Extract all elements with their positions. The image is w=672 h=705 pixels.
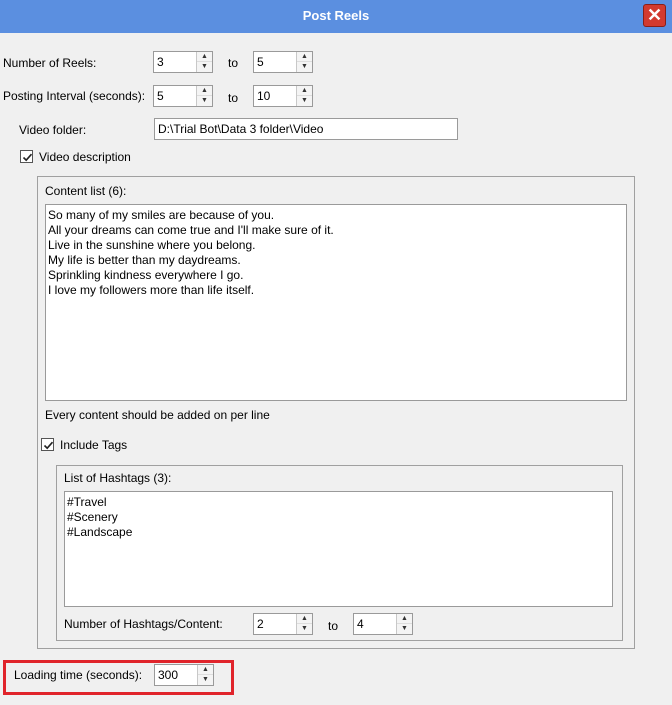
number-of-reels-label: Number of Reels: (3, 56, 97, 70)
content-line: I love my followers more than life itsel… (48, 283, 255, 297)
interval-to-label: to (228, 91, 239, 105)
interval-to-value[interactable]: 10 (257, 89, 270, 103)
reels-from-value[interactable]: 3 (157, 55, 164, 69)
hashtags-textarea[interactable]: #Travel #Scenery #Landscape (64, 491, 613, 607)
posting-interval-label: Posting Interval (seconds): (3, 89, 146, 103)
reels-from-up-icon[interactable]: ▲ (197, 52, 212, 62)
interval-to-stepper[interactable]: 10 ▲ ▼ (253, 85, 313, 107)
window-title: Post Reels (302, 8, 370, 23)
content-line: Sprinkling kindness everywhere I go. (48, 268, 244, 282)
reels-to-value[interactable]: 5 (257, 55, 264, 69)
hashtags-from-down-icon[interactable]: ▼ (297, 624, 312, 634)
hashtags-per-content-label: Number of Hashtags/Content: (64, 617, 223, 631)
interval-from-up-icon[interactable]: ▲ (197, 86, 212, 96)
video-description-label: Video description (39, 150, 131, 164)
hashtags-to-label: to (328, 619, 339, 633)
content-line: My life is better than my daydreams. (48, 253, 241, 267)
close-button[interactable]: ✕ (643, 4, 666, 27)
reels-to-up-icon[interactable]: ▲ (297, 52, 312, 62)
reels-to-down-icon[interactable]: ▼ (297, 62, 312, 72)
content-line: All your dreams can come true and I'll m… (48, 223, 334, 237)
checkmark-icon (43, 441, 54, 450)
video-folder-value[interactable]: D:\Trial Bot\Data 3 folder\Video (158, 122, 323, 136)
interval-to-down-icon[interactable]: ▼ (297, 96, 312, 106)
video-folder-label: Video folder: (19, 123, 87, 137)
hashtags-to-stepper[interactable]: 4 ▲ ▼ (353, 613, 413, 635)
reels-to-stepper[interactable]: 5 ▲ ▼ (253, 51, 313, 73)
video-description-checkbox[interactable] (20, 150, 33, 163)
hashtag-line: #Travel (67, 495, 107, 509)
content-list-hint: Every content should be added on per lin… (45, 408, 270, 422)
content-list-textarea[interactable]: So many of my smiles are because of you.… (45, 204, 627, 401)
hashtags-from-up-icon[interactable]: ▲ (297, 614, 312, 624)
content-line: So many of my smiles are because of you. (48, 208, 275, 222)
checkmark-icon (22, 153, 33, 162)
hashtag-line: #Landscape (67, 525, 133, 539)
hashtags-to-up-icon[interactable]: ▲ (397, 614, 412, 624)
interval-from-stepper[interactable]: 5 ▲ ▼ (153, 85, 213, 107)
interval-from-value[interactable]: 5 (157, 89, 164, 103)
reels-from-down-icon[interactable]: ▼ (197, 62, 212, 72)
reels-from-stepper[interactable]: 3 ▲ ▼ (153, 51, 213, 73)
hashtags-list-label: List of Hashtags (3): (64, 471, 172, 485)
content-line: Live in the sunshine where you belong. (48, 238, 256, 252)
hashtag-line: #Scenery (67, 510, 118, 524)
hashtags-from-stepper[interactable]: 2 ▲ ▼ (253, 613, 313, 635)
hashtags-from-value[interactable]: 2 (257, 617, 264, 631)
include-tags-label: Include Tags (60, 438, 128, 452)
include-tags-checkbox[interactable] (41, 438, 54, 451)
hashtags-to-value[interactable]: 4 (357, 617, 364, 631)
interval-to-up-icon[interactable]: ▲ (297, 86, 312, 96)
content-list-label: Content list (6): (45, 184, 127, 198)
hashtags-to-down-icon[interactable]: ▼ (397, 624, 412, 634)
interval-from-down-icon[interactable]: ▼ (197, 96, 212, 106)
video-folder-input[interactable]: D:\Trial Bot\Data 3 folder\Video (154, 118, 458, 140)
reels-to-label: to (228, 56, 239, 70)
loading-time-highlight (3, 660, 234, 695)
close-icon: ✕ (646, 5, 663, 25)
